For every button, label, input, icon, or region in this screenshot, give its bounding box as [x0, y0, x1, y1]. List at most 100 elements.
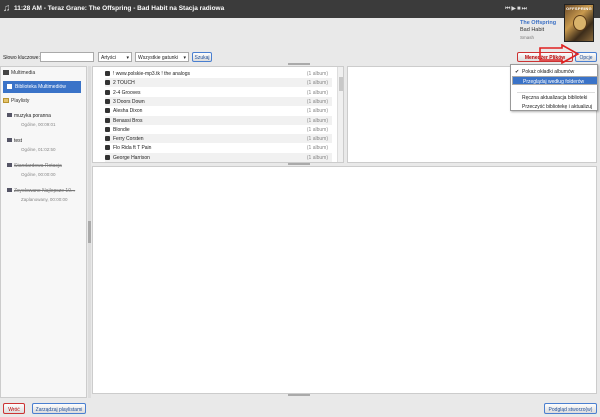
keyword-input[interactable]	[40, 52, 94, 62]
playlist-icon	[7, 113, 12, 117]
artist-name: Flo Rida ft T Pain	[113, 145, 152, 152]
options-menu: ✔ Pokaż okładki albumów Przeglądaj według…	[510, 64, 598, 111]
folder-icon	[3, 98, 9, 104]
multimedia-label: Multimedia	[11, 70, 36, 76]
artist-icon	[105, 136, 110, 142]
album-count: (1 album)	[306, 117, 328, 124]
top-bar: ♫ 11:28 AM - Teraz Grane: The Offspring …	[0, 0, 600, 18]
artist-row[interactable]: George Harrison (1 album)	[105, 152, 332, 162]
library-label: Biblioteka Multimediów	[15, 84, 66, 90]
cover-art	[573, 15, 587, 31]
preview-button[interactable]: Podgląd stworzo(w)	[544, 403, 597, 414]
artist-row[interactable]: Alesha Dixon (1 album)	[105, 106, 332, 115]
playlist-name: muzyka poranna	[7, 113, 51, 119]
artist-name: Benassi Bros	[113, 117, 143, 124]
sidebar-item-library[interactable]: Biblioteka Multimediów	[3, 81, 81, 93]
album-count: (1 album)	[306, 89, 328, 96]
artist-row[interactable]: Blondie (1 album)	[105, 125, 332, 134]
artist-name: ! www.polskie-mp3.tk ! the analogs	[113, 71, 190, 77]
artist-name: 2 TOUCH	[113, 80, 135, 87]
album-count: (1 album)	[306, 98, 328, 105]
menu-item-label: Przeczyść bibliotekę i aktualizuj	[522, 104, 593, 110]
album-count: (1 album)	[306, 145, 328, 152]
artist-row[interactable]: 3 Doors Down (1 album)	[105, 96, 332, 106]
album-count: (1 album)	[306, 71, 328, 77]
player-controls[interactable]: ⏮▶■⏭	[505, 5, 528, 13]
genre-select[interactable]: Wszystkie gatunki ▾	[135, 52, 189, 62]
album-count: (1 album)	[306, 108, 328, 115]
track-song: Bad Habit	[520, 27, 545, 33]
playlist-item[interactable]: muzyka poranna Ogólne, 00:09:01	[7, 113, 56, 127]
cover-label: OFFSPRING	[566, 6, 593, 11]
artist-icon	[105, 71, 110, 76]
artist-row[interactable]: Benassi Bros (1 album)	[105, 115, 332, 125]
artist-row[interactable]: 2 TOUCH (1 album)	[105, 78, 332, 88]
top-resize-grip[interactable]	[288, 63, 310, 65]
menu-item-browse-folders[interactable]: Przeglądaj według folderów	[512, 76, 598, 85]
playlist-icon	[7, 163, 12, 167]
sidebar-playlists[interactable]: Playlisty	[3, 98, 29, 104]
scrollbar-thumb[interactable]	[339, 77, 343, 91]
search-button[interactable]: Szukaj	[192, 52, 212, 62]
playlist-meta: Ogólne, 00:00:00	[21, 172, 56, 177]
multimedia-icon	[3, 70, 9, 76]
artist-icon	[105, 117, 110, 123]
menu-item-clean-library[interactable]: Przeczyść bibliotekę i aktualizuj	[512, 102, 598, 111]
artist-icon	[105, 80, 110, 86]
album-cover: OFFSPRING	[564, 4, 594, 42]
playlist-name: test	[7, 138, 22, 144]
playlist-meta: Zaplanowany, 00:00:00	[21, 197, 68, 202]
playlist-meta: Ogólne, 01:02:50	[21, 147, 56, 152]
check-icon: ✔	[515, 69, 520, 75]
artist-name: Blondie	[113, 126, 130, 133]
artist-icon	[105, 154, 110, 160]
music-note-icon: ♫	[3, 3, 11, 14]
chevron-down-icon: ▾	[183, 55, 186, 61]
playlist-name-text: test	[14, 138, 23, 144]
artist-name: 3 Doors Down	[113, 98, 145, 105]
genre-select-value: Wszystkie gatunki	[138, 55, 179, 61]
sidebar-multimedia[interactable]: Multimedia	[3, 70, 35, 76]
chevron-down-icon: ▾	[126, 55, 129, 61]
album-count: (1 album)	[306, 126, 328, 133]
playlist-item[interactable]: test Ogólne, 01:02:50	[7, 138, 56, 152]
playlist-name: Zsyolowane Najlepsze 10...	[7, 188, 75, 194]
track-album: Smash	[520, 35, 535, 40]
bottom-bar: Wróć Zarządzaj playlistami Podgląd stwor…	[0, 400, 600, 417]
artist-icon	[105, 98, 110, 104]
menu-item-label: Przeglądaj według folderów	[523, 79, 585, 85]
keyword-label: Słowo kluczowe:	[3, 55, 40, 61]
artist-icon	[105, 145, 110, 151]
track-artist[interactable]: The Offspring	[520, 20, 560, 27]
playlist-item[interactable]: Zsyolowane Najlepsze 10... Zaplanowany, …	[7, 188, 75, 202]
middle-resize-grip[interactable]	[288, 163, 310, 165]
artist-row[interactable]: Flo Rida ft T Pain (1 album)	[105, 143, 332, 152]
sidebar: Multimedia Biblioteka Multimediów Playli…	[0, 66, 87, 398]
artist-row[interactable]: ! www.polskie-mp3.tk ! the analogs (1 alb…	[105, 69, 332, 78]
back-button[interactable]: Wróć	[3, 403, 25, 414]
menu-item-label: Ręczna aktualizacja biblioteki	[522, 95, 588, 101]
splitter-grip[interactable]	[88, 221, 91, 243]
album-count: (1 album)	[306, 136, 328, 143]
menu-item-label: Pokaż okładki albumów	[522, 69, 575, 75]
bottom-resize-grip[interactable]	[288, 394, 310, 396]
now-playing-text: 11:28 AM - Teraz Grane: The Offspring - …	[14, 5, 225, 12]
playlist-name-text: Standardowa Rotacja	[14, 163, 62, 169]
playlist-item[interactable]: Standardowa Rotacja Ogólne, 00:00:00	[7, 163, 62, 177]
artist-row[interactable]: Ferry Corsten (1 album)	[105, 134, 332, 144]
album-count: (1 album)	[306, 80, 328, 87]
artist-row[interactable]: 2-4 Grooves (1 album)	[105, 88, 332, 97]
artist-name: 2-4 Grooves	[113, 89, 141, 96]
next-icon[interactable]: ⏭	[522, 6, 528, 12]
type-select[interactable]: Artyści ▾	[98, 52, 132, 62]
artists-scrollbar[interactable]	[337, 67, 343, 162]
menu-item-show-covers[interactable]: ✔ Pokaż okładki albumów	[512, 67, 598, 76]
manage-playlists-button[interactable]: Zarządzaj playlistami	[32, 403, 86, 414]
track-info: The Offspring Bad Habit Smash	[520, 20, 560, 41]
annotation-arrow-icon	[539, 44, 580, 65]
artist-name: Alesha Dixon	[113, 108, 143, 115]
sidebar-splitter[interactable]	[88, 66, 91, 398]
playlist-name: Standardowa Rotacja	[7, 163, 62, 169]
artist-icon	[105, 126, 110, 132]
menu-item-manual-update[interactable]: Ręczna aktualizacja biblioteki	[512, 93, 598, 102]
